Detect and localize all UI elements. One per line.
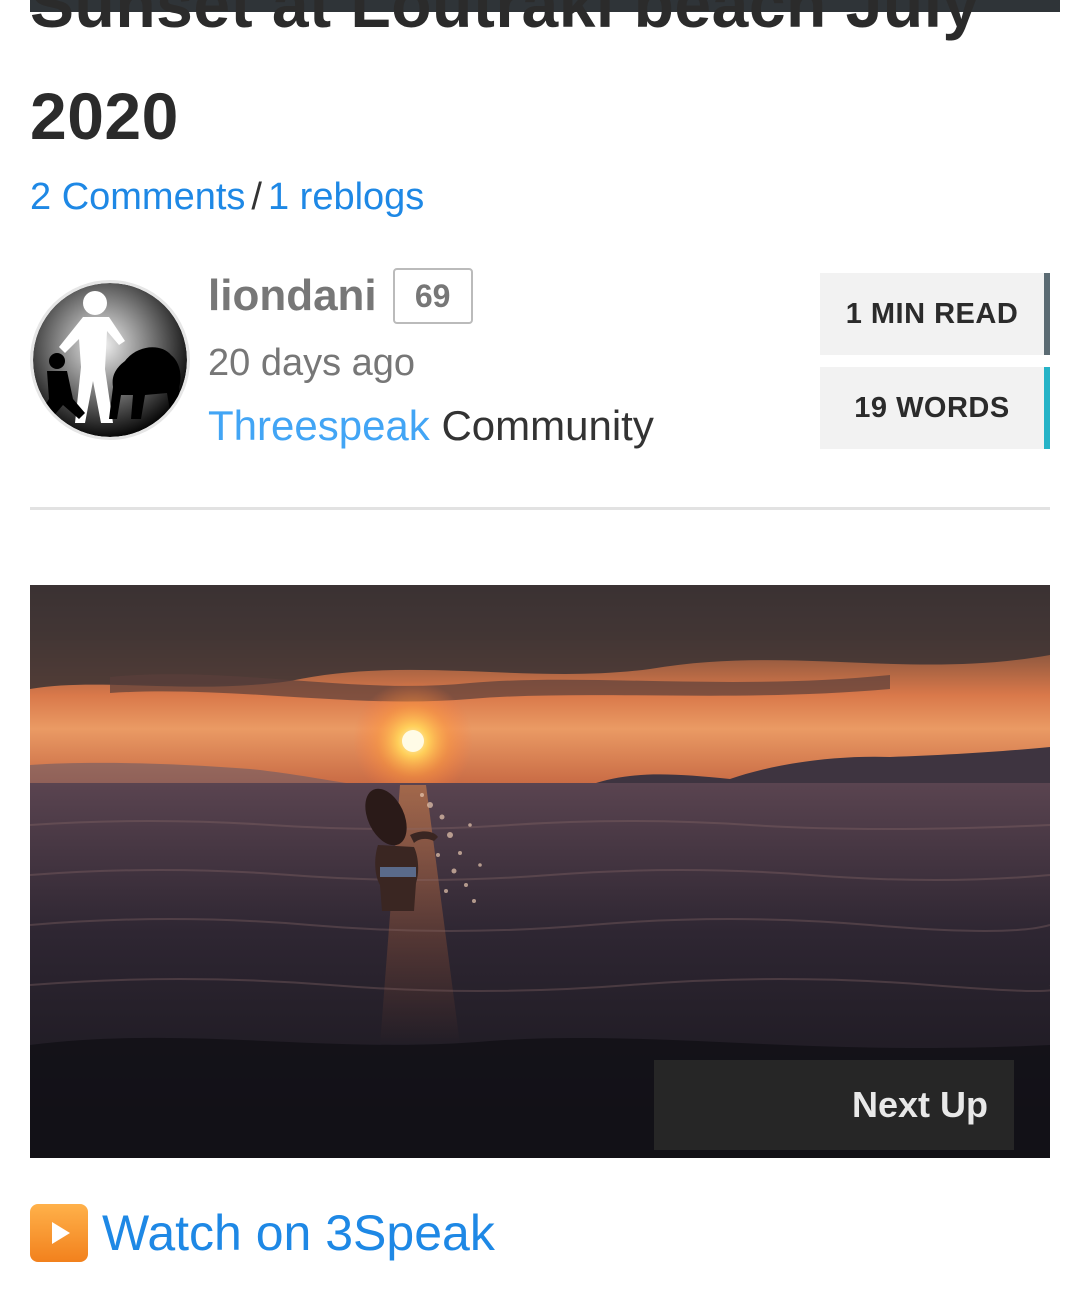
- reblogs-link[interactable]: 1 reblogs: [268, 176, 424, 218]
- read-time-badge: 1 MIN READ: [820, 273, 1050, 355]
- author-avatar[interactable]: [30, 280, 190, 440]
- post-title: Sunset at Loutraki beach July 2020: [30, 0, 980, 153]
- avatar-image: [33, 283, 187, 437]
- next-up-button[interactable]: Next Up: [654, 1060, 1014, 1150]
- author-row: liondani 69: [208, 266, 654, 326]
- divider: [30, 507, 1050, 510]
- author-name-link[interactable]: liondani: [208, 271, 377, 321]
- watch-link-label: Watch on 3Speak: [102, 1205, 495, 1261]
- community-line: Threespeak Community: [208, 400, 654, 452]
- community-suffix: Community: [441, 402, 654, 449]
- comments-link[interactable]: 2 Comments: [30, 176, 245, 218]
- community-link[interactable]: Threespeak: [208, 402, 430, 449]
- watch-on-3speak-link[interactable]: Watch on 3Speak: [30, 1202, 495, 1264]
- author-info: liondani 69 20 days ago Threespeak Commu…: [208, 266, 654, 452]
- post-meta-links: 2 Comments/1 reblogs: [30, 172, 424, 222]
- reputation-badge: 69: [392, 268, 473, 324]
- meta-separator: /: [251, 176, 262, 218]
- page: Sunset at Loutraki beach July 2020 2 Com…: [0, 0, 1080, 1312]
- video-player[interactable]: Next Up: [30, 585, 1050, 1158]
- word-count-badge: 19 WORDS: [820, 367, 1050, 449]
- play-button-icon: [30, 1204, 88, 1262]
- post-age: 20 days ago: [208, 342, 416, 384]
